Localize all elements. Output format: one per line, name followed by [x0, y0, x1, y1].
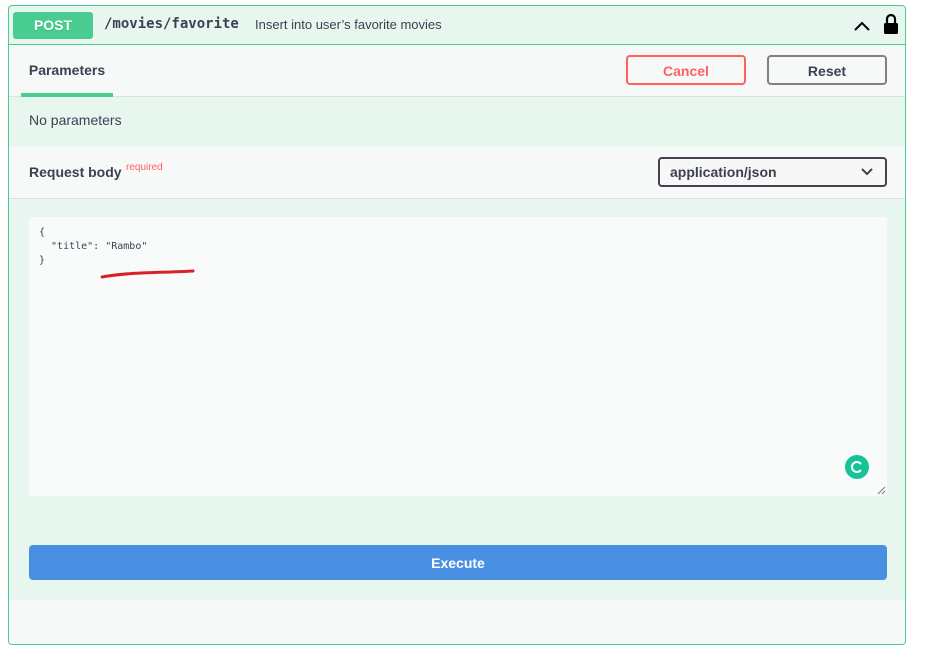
responses-strip: [9, 600, 905, 644]
chevron-down-icon: [861, 168, 873, 176]
tab-bar: Parameters Cancel Reset: [9, 45, 905, 97]
operation-summary[interactable]: POST /movies/favorite Insert into user’s…: [9, 6, 905, 45]
red-underline-annotation: [100, 269, 195, 279]
method-badge: POST: [13, 12, 93, 39]
request-body-editor[interactable]: { "title": "Rambo" }: [29, 217, 887, 496]
execute-button[interactable]: Execute: [29, 545, 887, 580]
content-type-value: application/json: [670, 164, 777, 180]
required-label: required: [126, 162, 163, 173]
operation-path: /movies/favorite: [104, 16, 239, 32]
lock-icon[interactable]: [883, 13, 899, 35]
cancel-button[interactable]: Cancel: [626, 55, 746, 85]
resize-grip-icon[interactable]: [877, 486, 886, 495]
no-parameters-text: No parameters: [29, 112, 122, 128]
chevron-up-icon[interactable]: [852, 17, 872, 35]
reset-button[interactable]: Reset: [767, 55, 887, 85]
content-type-select[interactable]: application/json: [658, 157, 887, 187]
operation-block: POST /movies/favorite Insert into user’s…: [8, 5, 906, 645]
tab-parameters[interactable]: Parameters: [21, 45, 113, 97]
request-body-header: Request body required application/json: [9, 147, 905, 199]
operation-description: Insert into user’s favorite movies: [255, 17, 442, 32]
request-body-title: Request body: [29, 164, 122, 180]
grammarly-icon[interactable]: [845, 455, 869, 479]
